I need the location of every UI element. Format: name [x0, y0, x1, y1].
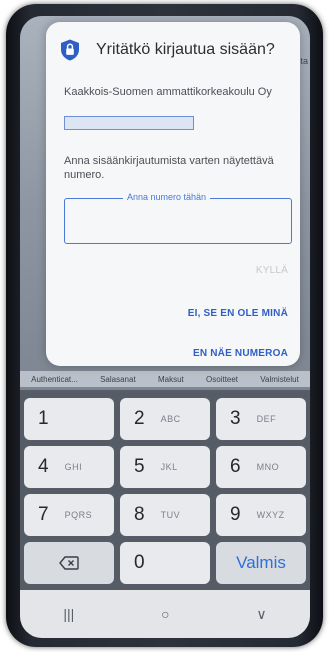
- phone-frame: sta Authenticat... Salasanat Maksut Osoi…: [6, 4, 323, 647]
- back-button[interactable]: ∨: [256, 606, 266, 623]
- key-letters: TUV: [160, 510, 181, 520]
- navigation-bar: ||| ○ ∨: [20, 590, 310, 638]
- background-tab: Valmistelut: [260, 374, 299, 384]
- key-9[interactable]: 9 WXYZ: [216, 494, 306, 536]
- key-digit: 2: [134, 408, 145, 429]
- home-button[interactable]: ○: [161, 606, 169, 622]
- background-tab: Salasanat: [100, 374, 136, 384]
- key-3[interactable]: 3 DEF: [216, 398, 306, 440]
- key-digit: 7: [38, 504, 49, 525]
- number-input[interactable]: Anna numero tähän: [64, 192, 292, 244]
- key-0[interactable]: 0: [120, 542, 210, 584]
- number-input-label: Anna numero tähän: [123, 192, 211, 202]
- lock-shield-icon: [61, 39, 79, 61]
- key-6[interactable]: 6 MNO: [216, 446, 306, 488]
- key-digit: 4: [38, 456, 49, 477]
- key-digit: 0: [134, 552, 145, 573]
- key-letters: MNO: [256, 462, 280, 472]
- instruction-text: Anna sisäänkirjautumista varten näytettä…: [64, 155, 274, 181]
- background-tab: Authenticat...: [31, 374, 78, 384]
- account-redacted: [64, 116, 194, 130]
- key-4[interactable]: 4 GHI: [24, 446, 114, 488]
- key-letters: JKL: [160, 462, 178, 472]
- key-8[interactable]: 8 TUV: [120, 494, 210, 536]
- yes-button[interactable]: KYLLÄ: [256, 265, 288, 276]
- key-7[interactable]: 7 PQRS: [24, 494, 114, 536]
- key-5[interactable]: 5 JKL: [120, 446, 210, 488]
- done-key[interactable]: Valmis: [216, 542, 306, 584]
- background-tabs: Authenticat... Salasanat Maksut Osoittee…: [20, 371, 310, 387]
- key-1[interactable]: 1: [24, 398, 114, 440]
- organization-name: Kaakkois-Suomen ammattikorkeakoulu Oy: [64, 86, 272, 98]
- key-digit: 3: [230, 408, 241, 429]
- key-digit: 1: [38, 408, 49, 429]
- key-letters: GHI: [64, 462, 83, 472]
- key-digit: 5: [134, 456, 145, 477]
- key-letters: WXYZ: [256, 510, 285, 520]
- key-digit: 6: [230, 456, 241, 477]
- numeric-keypad: 1 2 ABC 3 DEF 4 GHI 5 JKL 6 MNO 7 PQRS 8…: [20, 390, 310, 590]
- backspace-key[interactable]: [24, 542, 114, 584]
- key-letters: ABC: [160, 414, 181, 424]
- key-digit: 9: [230, 504, 241, 525]
- key-letters: DEF: [256, 414, 277, 424]
- dialog-title: Yritätkö kirjautua sisään?: [96, 41, 275, 58]
- key-letters: PQRS: [64, 510, 93, 520]
- sign-in-dialog: Yritätkö kirjautua sisään? Kaakkois-Suom…: [46, 22, 300, 366]
- key-2[interactable]: 2 ABC: [120, 398, 210, 440]
- phone-screen: sta Authenticat... Salasanat Maksut Osoi…: [20, 16, 310, 638]
- recents-button[interactable]: |||: [63, 606, 74, 622]
- dialog-header: Yritätkö kirjautua sisään?: [58, 38, 275, 62]
- done-label: Valmis: [236, 553, 286, 572]
- background-tab: Osoitteet: [206, 374, 239, 384]
- background-tab: Maksut: [157, 374, 184, 384]
- backspace-icon: [59, 556, 79, 570]
- not-me-button[interactable]: EI, SE EN OLE MINÄ: [188, 308, 288, 319]
- key-digit: 8: [134, 504, 145, 525]
- cant-see-number-button[interactable]: EN NÄE NUMEROA: [193, 348, 288, 359]
